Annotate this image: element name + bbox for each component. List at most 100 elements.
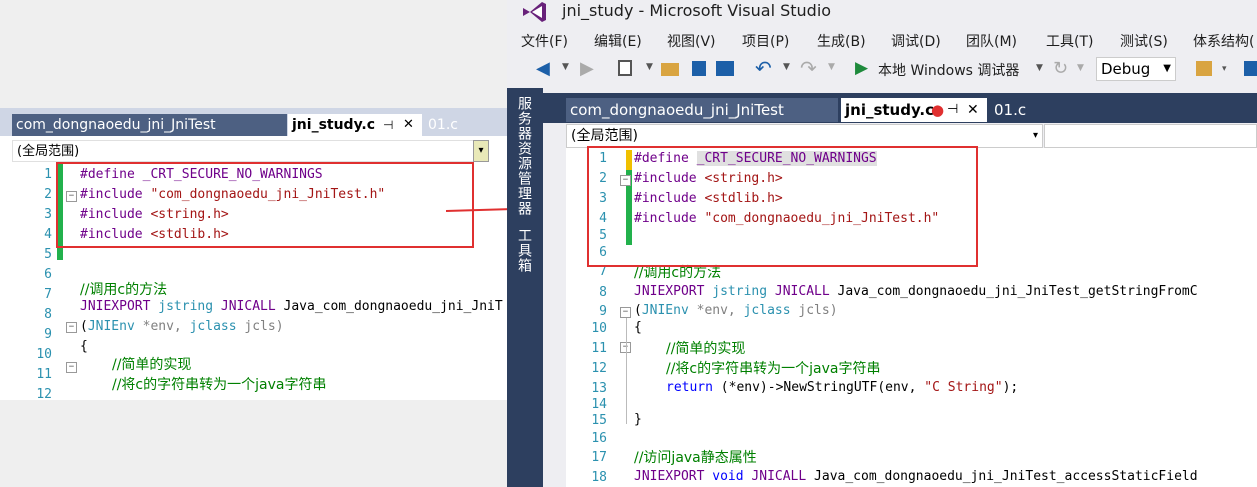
code-line-11[interactable]: //简单的实现 <box>112 354 191 374</box>
chevron-down-icon[interactable]: ▾ <box>473 140 489 162</box>
menu-edit[interactable]: 编辑(E) <box>594 31 642 51</box>
chevron-down-icon[interactable]: ▼ <box>828 62 835 72</box>
fold-guide-line <box>626 318 627 424</box>
chevron-down-icon[interactable]: ▼ <box>646 62 653 72</box>
toolbar-extra-icon[interactable] <box>1196 61 1212 76</box>
menu-debug[interactable]: 调试(D) <box>891 31 941 51</box>
left-tab-strip: com_dongnaoedu_jni_JniTest jni_study.c ⊣… <box>0 108 507 136</box>
code-line-9[interactable]: (JNIEnv *env, jclass jcls) <box>80 319 284 334</box>
save-icon[interactable] <box>692 61 706 76</box>
code-line-15[interactable]: } <box>634 412 642 427</box>
tab-01-c[interactable]: 01.c <box>990 98 1050 122</box>
line-number: 12 <box>591 361 607 376</box>
run-target-button[interactable]: 本地 Windows 调试器 <box>878 60 1019 80</box>
tab-com-dongnaoedu-jni-jnitest[interactable]: com_dongnaoedu_jni_JniTest <box>566 98 838 122</box>
close-icon[interactable]: ✕ <box>403 114 414 136</box>
line-number: 2 <box>44 187 52 202</box>
scope-dropdown[interactable]: (全局范围) <box>12 140 487 162</box>
code-token: JNICALL <box>220 299 284 314</box>
menu-build[interactable]: 生成(B) <box>817 31 866 51</box>
configuration-select[interactable]: Debug ▼ <box>1096 57 1176 81</box>
code-comment: //简单的实现 <box>112 357 192 373</box>
code-line-12[interactable]: //将c的字符串转为一个java字符串 <box>112 374 326 394</box>
code-token: JNIEXPORT <box>634 469 713 484</box>
tab-com-dongnaoedu-jni-jnitest[interactable]: com_dongnaoedu_jni_JniTest <box>12 114 287 136</box>
collapse-icon[interactable]: − <box>620 307 631 318</box>
line-number: 14 <box>591 397 607 412</box>
new-project-icon[interactable] <box>618 60 632 76</box>
toolbar-options-icon[interactable]: ▾ <box>1222 64 1227 74</box>
code-line-17[interactable]: //访问java静态属性 <box>634 447 757 467</box>
code-token: JNIEXPORT <box>80 299 159 314</box>
toolbox-tab[interactable]: 工具箱 <box>514 228 534 273</box>
menu-project[interactable]: 项目(P) <box>742 31 789 51</box>
refresh-icon[interactable]: ↻ <box>1053 58 1068 79</box>
toolbar-overflow-icon[interactable] <box>1244 61 1257 76</box>
code-line-13[interactable]: return (*env)->NewStringUTF(env, "C Stri… <box>666 380 1018 395</box>
chevron-down-icon[interactable]: ▼ <box>562 62 569 72</box>
code-line-11[interactable]: //简单的实现 <box>666 338 745 358</box>
code-token: jclass <box>189 319 245 334</box>
chevron-down-icon[interactable]: ▼ <box>783 62 790 72</box>
menu-architecture[interactable]: 体系结构( <box>1193 31 1254 51</box>
menu-test[interactable]: 测试(S) <box>1120 31 1168 51</box>
code-line-9[interactable]: (JNIEnv *env, jclass jcls) <box>634 303 838 318</box>
menu-tools[interactable]: 工具(T) <box>1046 31 1093 51</box>
line-number: 8 <box>44 307 52 322</box>
pin-icon[interactable]: ⊣ <box>947 98 958 122</box>
code-token: (*env)->NewStringUTF(env, <box>720 380 925 395</box>
tab-jni-study-c[interactable]: jni_study.c ● ⊣ ✕ <box>841 98 987 122</box>
line-number: 11 <box>36 367 52 382</box>
code-line-10[interactable]: { <box>80 339 88 354</box>
code-token: JNIEnv <box>87 319 143 334</box>
line-number: 4 <box>44 227 52 242</box>
line-number: 12 <box>36 387 52 402</box>
chevron-down-icon[interactable]: ▼ <box>1077 63 1084 73</box>
server-explorer-tab[interactable]: 服务器资源管理器 <box>514 96 534 216</box>
collapse-icon[interactable]: − <box>66 322 77 333</box>
left-editor-window: com_dongnaoedu_jni_JniTest jni_study.c ⊣… <box>0 108 507 402</box>
back-icon[interactable]: ◀ <box>536 58 550 79</box>
undo-icon[interactable]: ↶ <box>755 56 772 80</box>
code-line-8[interactable]: JNIEXPORT jstring JNICALL Java_com_dongn… <box>80 299 503 314</box>
chevron-down-icon[interactable]: ▼ <box>1036 63 1043 73</box>
pin-icon[interactable]: ⊣ <box>383 114 393 136</box>
chevron-down-icon: ▾ <box>1032 130 1038 141</box>
code-line-12[interactable]: //将c的字符串转为一个java字符串 <box>666 358 880 378</box>
code-token: jcls) <box>798 303 838 318</box>
line-number: 10 <box>591 321 607 336</box>
code-token: } <box>634 412 642 427</box>
menu-view[interactable]: 视图(V) <box>667 31 716 51</box>
line-number: 9 <box>44 327 52 342</box>
tab-jni-study-c[interactable]: jni_study.c ⊣ ✕ <box>288 114 422 136</box>
tab-01-c[interactable]: 01.c <box>424 114 484 136</box>
line-number: 9 <box>599 304 607 319</box>
start-debugging-icon[interactable]: ▶ <box>855 58 868 78</box>
code-line-18[interactable]: JNIEXPORT void JNICALL Java_com_dongnaoe… <box>634 469 1198 484</box>
tab-label: jni_study.c <box>845 101 934 119</box>
line-number: 8 <box>599 285 607 300</box>
collapse-icon[interactable]: − <box>66 362 77 373</box>
member-dropdown[interactable] <box>1044 124 1257 148</box>
redo-icon[interactable]: ↷ <box>800 56 817 80</box>
open-folder-icon[interactable] <box>661 63 679 76</box>
code-token: jcls) <box>244 319 284 334</box>
code-token: JNICALL <box>751 469 815 484</box>
code-line-7[interactable]: //调用c的方法 <box>80 279 167 299</box>
code-token: return <box>666 380 721 395</box>
code-comment: //将c的字符串转为一个java字符串 <box>666 361 881 377</box>
forward-icon[interactable]: ▶ <box>580 58 594 79</box>
scope-dropdown[interactable]: (全局范围) ▾ <box>566 124 1043 148</box>
code-token: *env, <box>696 303 744 318</box>
code-line-8[interactable]: JNIEXPORT jstring JNICALL Java_com_dongn… <box>634 284 1198 299</box>
close-icon[interactable]: ✕ <box>967 98 979 122</box>
code-token: JNIEXPORT <box>634 284 713 299</box>
tab-label: com_dongnaoedu_jni_JniTest <box>570 101 784 119</box>
line-number: 5 <box>44 247 52 262</box>
code-line-10[interactable]: { <box>634 320 642 335</box>
menu-team[interactable]: 团队(M) <box>966 31 1017 51</box>
line-number: 18 <box>591 470 607 485</box>
save-all-icon[interactable] <box>716 61 734 76</box>
code-token: JNICALL <box>774 284 838 299</box>
menu-file[interactable]: 文件(F) <box>521 31 568 51</box>
